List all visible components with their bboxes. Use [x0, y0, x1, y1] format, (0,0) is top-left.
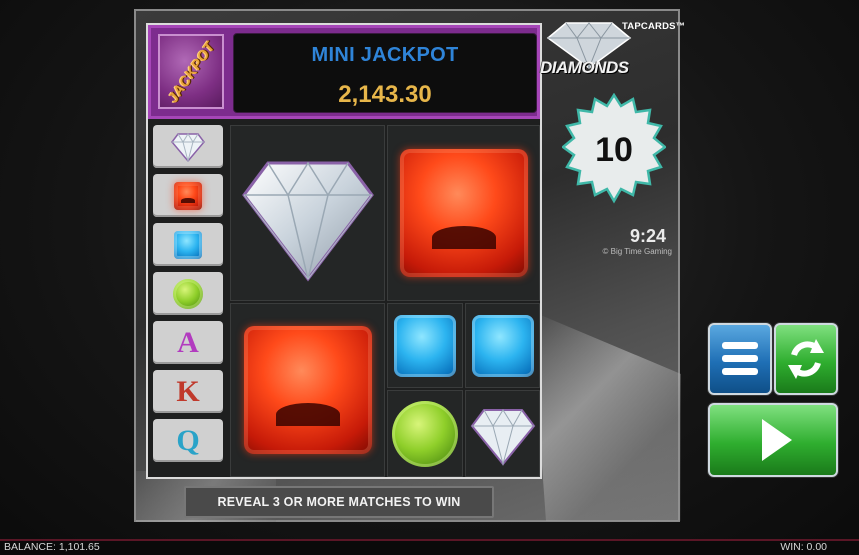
emerald-icon: [173, 278, 203, 309]
jackpot-display: MINI JACKPOT 2,143.30: [233, 33, 537, 113]
paytable-letter-q: Q: [176, 423, 200, 457]
diamond-icon: [470, 408, 535, 466]
diamond-icon: [241, 161, 374, 282]
play-button[interactable]: [708, 403, 838, 477]
ruby-icon: [243, 326, 372, 454]
ruby-icon: [174, 181, 202, 210]
ruby-icon: [399, 149, 528, 277]
scratch-grid: [230, 125, 540, 477]
grid-cell-emerald[interactable]: [387, 390, 463, 477]
paytable-item-k: K: [153, 370, 223, 413]
jackpot-title: MINI JACKPOT: [311, 44, 459, 66]
diamond-icon: [171, 132, 205, 162]
developer-credit: © Big Time Gaming: [602, 247, 672, 256]
grid-cell-diamond[interactable]: [465, 390, 540, 477]
paytable-item-ruby: [153, 174, 223, 217]
grid-cell-ruby[interactable]: [387, 125, 540, 301]
autoplay-button[interactable]: [774, 323, 838, 395]
diamond-background-art: [531, 311, 681, 521]
logo-text: DIAMONDS: [540, 58, 629, 77]
scratch-card: JACKPOT MINI JACKPOT 2,143.30 A K Q: [146, 23, 542, 479]
win-display: WIN: 0.00: [780, 541, 827, 553]
paytable-item-emerald: [153, 272, 223, 315]
clock-time: 9:24: [629, 226, 666, 246]
menu-button[interactable]: [708, 323, 772, 395]
sapphire-icon: [471, 314, 534, 377]
grid-cell-diamond[interactable]: [230, 125, 385, 301]
menu-icon: [722, 342, 758, 375]
paytable-item-q: Q: [153, 419, 223, 462]
paytable: A K Q: [150, 125, 226, 475]
paytable-item-a: A: [153, 321, 223, 364]
reveal-instruction: REVEAL 3 OR MORE MATCHES TO WIN: [184, 486, 494, 518]
sapphire-icon: [174, 230, 202, 259]
paytable-item-diamond: [153, 125, 223, 168]
jackpot-badge: JACKPOT: [158, 34, 224, 109]
autoplay-icon: [788, 339, 824, 379]
sapphire-icon: [394, 314, 456, 377]
paytable-item-sapphire: [153, 223, 223, 266]
grid-cell-sapphire[interactable]: [465, 303, 540, 388]
grid-cell-sapphire[interactable]: [387, 303, 463, 388]
jackpot-badge-label: JACKPOT: [164, 38, 218, 105]
balance-display: BALANCE: 1,101.65: [4, 541, 100, 553]
paytable-letter-k: K: [176, 374, 200, 408]
emerald-icon: [392, 400, 458, 467]
remaining-count: 10: [595, 131, 633, 169]
tapcards-label: TAPCARDS™: [622, 21, 686, 32]
jackpot-value: 2,143.30: [338, 81, 432, 108]
paytable-letter-a: A: [177, 325, 199, 359]
grid-cell-ruby[interactable]: [230, 303, 385, 477]
jackpot-panel: JACKPOT MINI JACKPOT 2,143.30: [148, 25, 540, 119]
play-icon: [762, 419, 792, 461]
